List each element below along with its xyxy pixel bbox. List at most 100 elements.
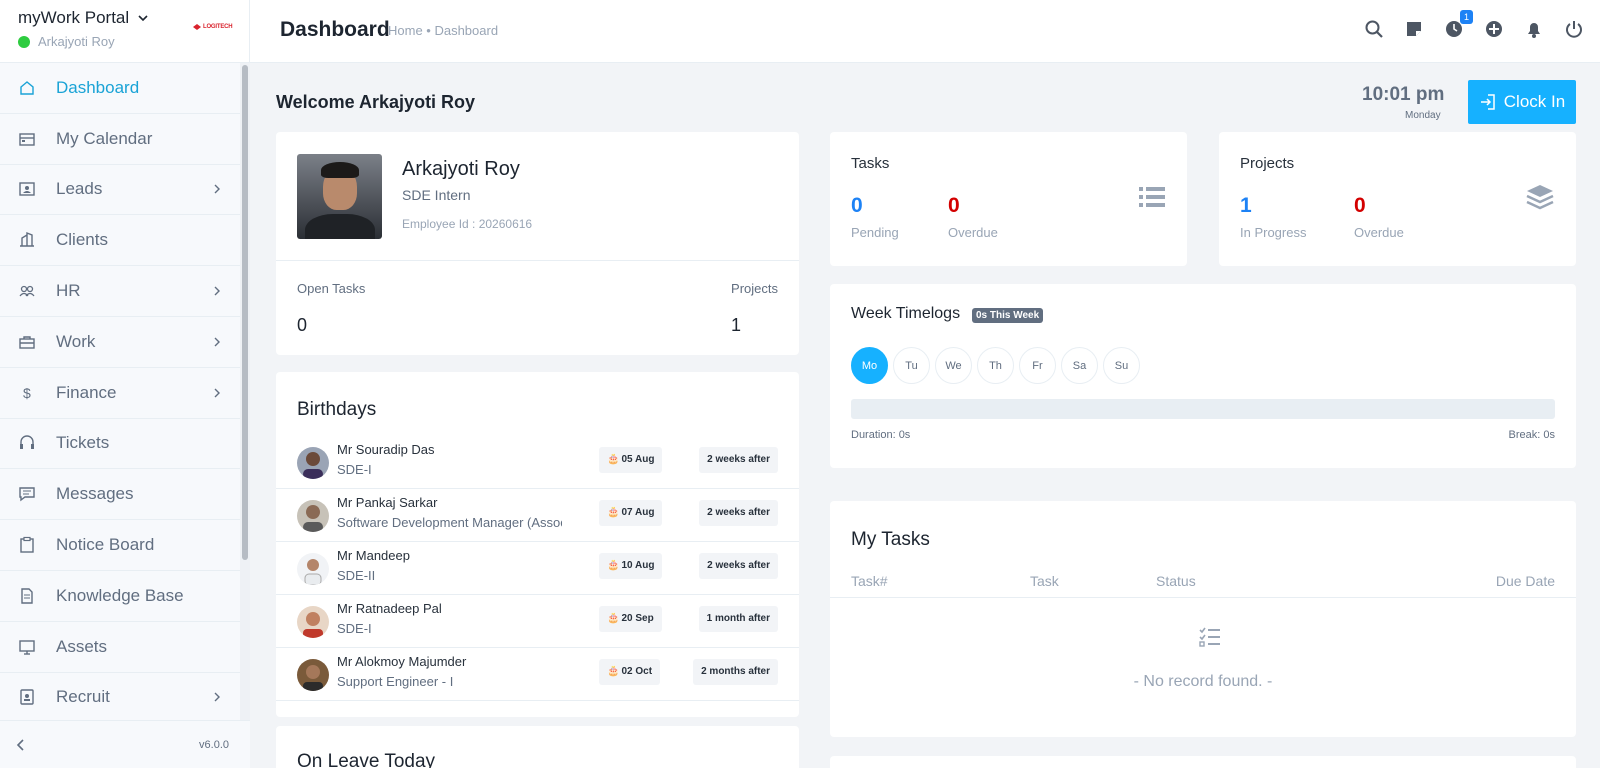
search-icon[interactable] [1364, 19, 1384, 39]
in-progress-count[interactable]: 1 [1240, 194, 1252, 218]
headset-icon [18, 434, 36, 452]
tasks-title: Tasks [851, 155, 890, 172]
sidebar-item-clients[interactable]: Clients [0, 215, 240, 267]
overdue-label: Overdue [948, 225, 998, 240]
column-header-due-date[interactable]: Due Date [1496, 573, 1555, 589]
birthday-row: Mr Pankaj Sarkar Software Development Ma… [276, 489, 799, 542]
day-selector: Mo Tu We Th Fr Sa Su [851, 347, 1140, 384]
breadcrumb: Home • Dashboard [388, 23, 499, 38]
week-timelogs-title: Week Timelogs [851, 305, 961, 322]
day-monday[interactable]: Mo [851, 347, 888, 384]
birthday-date: 🎂 10 Aug [599, 553, 663, 579]
divider [830, 597, 1576, 598]
empty-state-text: - No record found. - [1133, 673, 1273, 690]
column-header-task-number[interactable]: Task# [851, 573, 888, 589]
projects-card[interactable]: Projects 1 In Progress 0 Overdue [1219, 132, 1576, 266]
current-user-name: Arkajyoti Roy [38, 34, 115, 49]
overdue-tasks-count[interactable]: 0 [948, 194, 960, 218]
projects-label: Projects [731, 281, 778, 296]
timer-icon[interactable]: 1 [1444, 10, 1473, 39]
portal-switcher[interactable]: myWork Portal [18, 8, 149, 28]
day-tuesday[interactable]: Tu [893, 347, 930, 384]
cake-icon: 🎂 [607, 613, 620, 624]
cake-icon: 🎂 [607, 507, 620, 518]
day-wednesday[interactable]: We [935, 347, 972, 384]
sidebar-item-tickets[interactable]: Tickets [0, 419, 240, 470]
welcome-heading: Welcome Arkajyoti Roy [276, 92, 476, 112]
calendar-icon [18, 130, 36, 148]
open-tasks-label: Open Tasks [297, 281, 366, 296]
cake-icon: 🎂 [607, 666, 620, 677]
power-icon[interactable] [1564, 19, 1584, 39]
overdue-projects-count[interactable]: 0 [1354, 194, 1366, 218]
sidebar-item-label: Notice Board [56, 535, 155, 555]
company-logo: LOGITECH [193, 24, 233, 30]
projects-count[interactable]: 1 [731, 315, 741, 336]
sidebar-item-dashboard[interactable]: Dashboard [0, 63, 240, 114]
week-total-badge: 0s This Week [972, 308, 1044, 323]
day-sunday[interactable]: Su [1103, 347, 1140, 384]
sidebar-item-label: Dashboard [56, 77, 140, 97]
clock-in-button[interactable]: Clock In [1468, 80, 1576, 124]
sidebar-item-my-calendar[interactable]: My Calendar [0, 114, 240, 165]
avatar [297, 553, 329, 585]
sidebar-item-leads[interactable]: Leads [0, 165, 240, 216]
chevron-right-icon [211, 336, 223, 348]
page-title: Dashboard [280, 18, 390, 41]
day-saturday[interactable]: Sa [1061, 347, 1098, 384]
svg-text:$: $ [23, 385, 31, 401]
header-actions: 1 [1364, 10, 1584, 39]
birthday-name: Mr Souradip Das [337, 442, 435, 457]
divider [276, 260, 799, 261]
sidebar-item-knowledge-base[interactable]: Knowledge Base [0, 571, 240, 622]
tasks-card[interactable]: Tasks 0 Pending 0 Overdue [830, 132, 1187, 266]
add-circle-icon[interactable] [1484, 19, 1504, 39]
clock-in-label: Clock In [1503, 92, 1566, 111]
sidebar-item-recruit[interactable]: Recruit [0, 673, 240, 724]
sidebar-scrollbar[interactable] [240, 63, 250, 720]
online-status-icon [18, 35, 30, 48]
bell-icon[interactable] [1524, 19, 1544, 39]
sidebar-item-finance[interactable]: $ Finance [0, 368, 240, 419]
pending-tasks-count[interactable]: 0 [851, 194, 863, 218]
sidebar-nav: Dashboard My Calendar Leads Clients HR W… [0, 63, 240, 724]
sidebar-item-messages[interactable]: Messages [0, 469, 240, 521]
current-time: 10:01 pm [1362, 84, 1445, 105]
birthday-name: Mr Pankaj Sarkar [337, 495, 438, 510]
sidebar-item-notice-board[interactable]: Notice Board [0, 520, 240, 571]
employee-id: Employee Id : 20260616 [402, 217, 533, 231]
avatar [297, 606, 329, 638]
day-thursday[interactable]: Th [977, 347, 1014, 384]
sidebar-item-label: Finance [56, 382, 117, 402]
sidebar-item-hr[interactable]: HR [0, 266, 240, 317]
birthday-relative: 2 weeks after [699, 447, 778, 473]
collapse-sidebar-icon[interactable] [14, 738, 28, 752]
my-tasks-title: My Tasks [851, 529, 930, 550]
birthdays-title: Birthdays [297, 399, 377, 420]
sidebar-footer: v6.0.0 [0, 720, 250, 768]
birthday-row: Mr Mandeep SDE-II 🎂 10 Aug 2 weeks after [276, 542, 799, 595]
birthday-relative: 1 month after [698, 606, 778, 632]
overdue-label: Overdue [1354, 225, 1404, 240]
sidebar-item-work[interactable]: Work [0, 317, 240, 368]
chevron-right-icon [211, 285, 223, 297]
next-card [830, 756, 1576, 768]
birthday-date: 🎂 05 Aug [599, 447, 663, 473]
badge-icon [18, 688, 36, 706]
home-icon [18, 79, 36, 97]
sidebar-item-assets[interactable]: Assets [0, 622, 240, 673]
birthdays-card: Birthdays Mr Souradip Das SDE-I 🎂 05 Aug … [276, 372, 799, 717]
open-tasks-count[interactable]: 0 [297, 315, 307, 336]
column-header-task[interactable]: Task [1030, 573, 1059, 589]
column-header-status[interactable]: Status [1156, 573, 1196, 589]
day-friday[interactable]: Fr [1019, 347, 1056, 384]
portal-title: myWork Portal [18, 8, 130, 27]
sticky-note-icon[interactable] [1404, 19, 1424, 39]
birthday-role: SDE-I [337, 462, 372, 477]
scrollbar-thumb[interactable] [242, 65, 248, 560]
profile-card: Arkajyoti Roy SDE Intern Employee Id : 2… [276, 132, 799, 355]
birthday-role: SDE-I [337, 621, 372, 636]
monitor-icon [18, 638, 36, 656]
on-leave-card: On Leave Today [276, 726, 799, 768]
task-checklist-icon [1198, 625, 1222, 649]
